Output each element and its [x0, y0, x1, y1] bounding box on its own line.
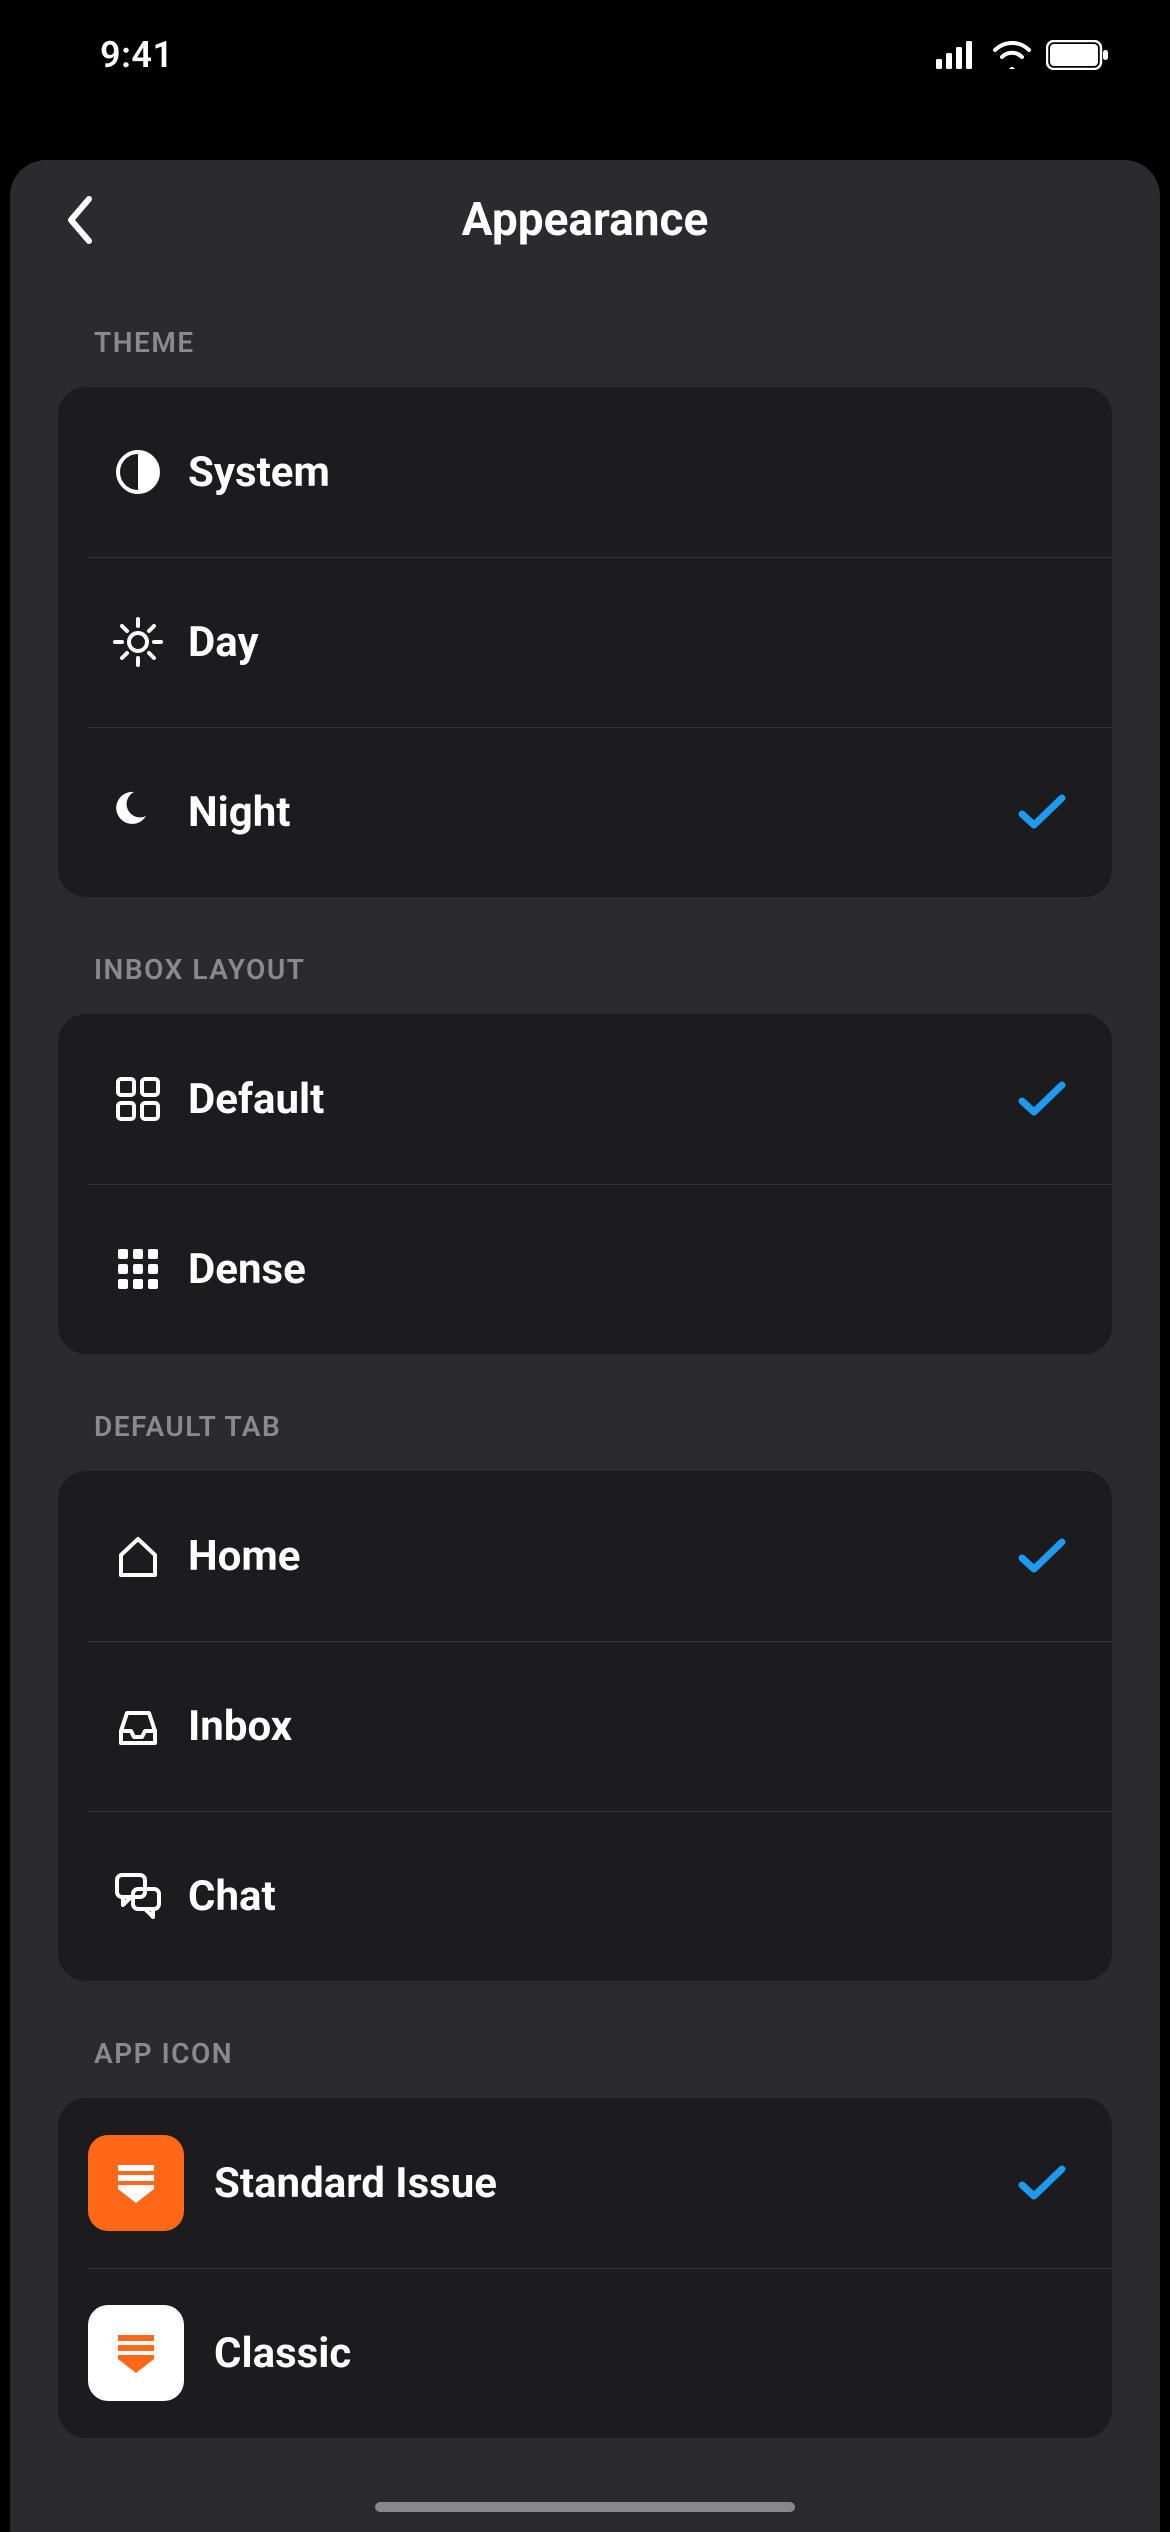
inbox-layout-option-dense[interactable]: Dense [58, 1184, 1112, 1354]
default-tab-option-label: Home [188, 1532, 1012, 1581]
inbox-layout-option-default[interactable]: Default [58, 1014, 1112, 1184]
status-time: 9:41 [100, 34, 174, 76]
group-inbox-layout: Default Dense [58, 1014, 1112, 1354]
section-label-theme: THEME [94, 326, 1112, 359]
group-default-tab: Home Inbox [58, 1471, 1112, 1981]
battery-icon [1046, 40, 1110, 70]
inbox-layout-option-label: Dense [188, 1245, 1012, 1294]
default-tab-option-label: Inbox [188, 1702, 1012, 1751]
app-icon-option-label: Standard Issue [214, 2159, 1012, 2208]
theme-option-label: System [188, 448, 1012, 497]
default-tab-option-label: Chat [188, 1872, 1012, 1921]
default-tab-option-chat[interactable]: Chat [58, 1811, 1112, 1981]
status-indicators [936, 40, 1110, 70]
back-button[interactable] [50, 190, 110, 250]
default-tab-option-inbox[interactable]: Inbox [58, 1641, 1112, 1811]
checkmark-icon [1012, 1079, 1072, 1119]
app-icon-option-classic[interactable]: Classic [58, 2268, 1112, 2438]
section-label-inbox-layout: INBOX LAYOUT [94, 953, 1112, 986]
section-label-default-tab: DEFAULT TAB [94, 1410, 1112, 1443]
grid-dense-icon [88, 1245, 188, 1293]
theme-option-night[interactable]: Night [58, 727, 1112, 897]
cellular-icon [936, 41, 978, 69]
app-icon-option-label: Classic [214, 2329, 1012, 2378]
page-title: Appearance [462, 193, 709, 247]
inbox-icon [88, 1701, 188, 1751]
status-bar: 9:41 [0, 0, 1170, 110]
chevron-left-icon [65, 195, 95, 245]
app-icon-preview-classic [88, 2305, 184, 2401]
default-tab-option-home[interactable]: Home [58, 1471, 1112, 1641]
sheet-header: Appearance [10, 160, 1160, 280]
contrast-icon [88, 448, 188, 496]
chat-icon [88, 1869, 188, 1923]
theme-option-label: Night [188, 788, 1012, 837]
home-icon [88, 1531, 188, 1581]
app-icon-preview-standard [88, 2135, 184, 2231]
home-indicator[interactable] [375, 2502, 795, 2512]
settings-sheet: Appearance THEME System [10, 160, 1160, 2532]
wifi-icon [992, 41, 1032, 69]
inbox-layout-option-label: Default [188, 1075, 1012, 1124]
content: THEME System [10, 326, 1160, 2532]
sun-icon [88, 616, 188, 668]
group-theme: System Day [58, 387, 1112, 897]
checkmark-icon [1012, 792, 1072, 832]
checkmark-icon [1012, 2163, 1072, 2203]
section-label-app-icon: APP ICON [94, 2037, 1112, 2070]
app-icon-option-standard[interactable]: Standard Issue [58, 2098, 1112, 2268]
theme-option-system[interactable]: System [58, 387, 1112, 557]
theme-option-label: Day [188, 618, 1012, 667]
grid-large-icon [88, 1075, 188, 1123]
checkmark-icon [1012, 1536, 1072, 1576]
moon-icon [88, 788, 188, 836]
theme-option-day[interactable]: Day [58, 557, 1112, 727]
group-app-icon: Standard Issue Classic [58, 2098, 1112, 2438]
